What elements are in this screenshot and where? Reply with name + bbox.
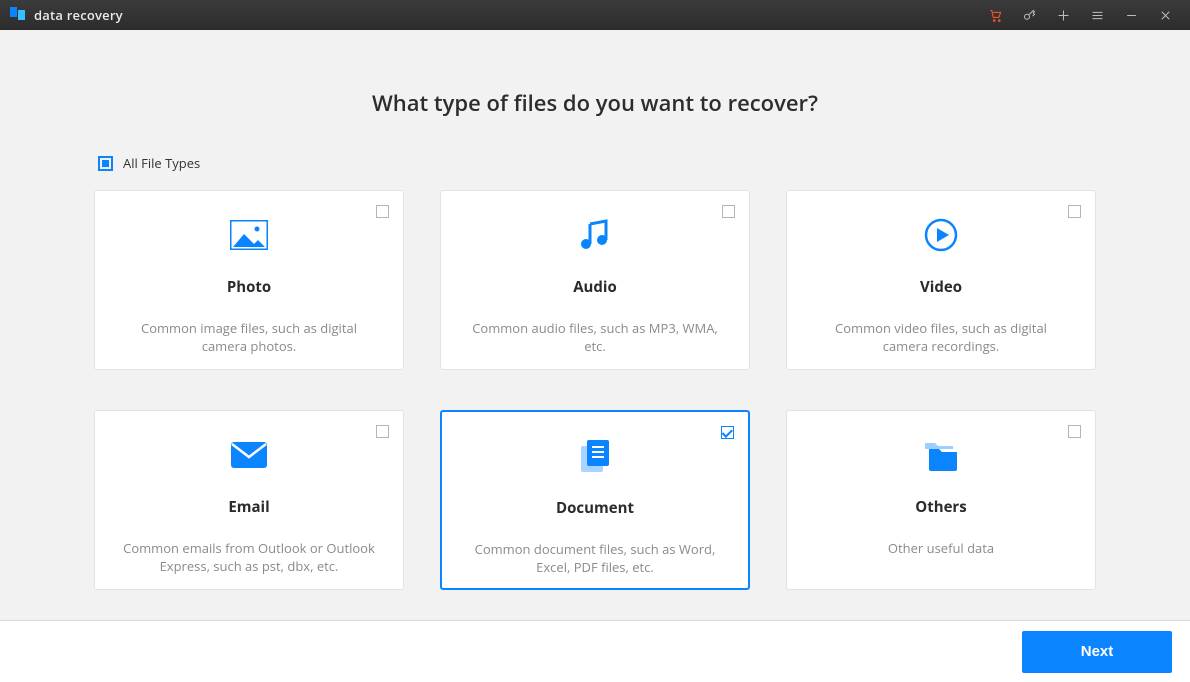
card-title: Photo bbox=[227, 277, 271, 297]
card-video[interactable]: Video Common video files, such as digita… bbox=[786, 190, 1096, 370]
card-title: Video bbox=[920, 277, 962, 297]
card-photo[interactable]: Photo Common image files, such as digita… bbox=[94, 190, 404, 370]
card-title: Email bbox=[228, 497, 269, 517]
card-email-checkbox[interactable] bbox=[376, 425, 389, 438]
close-icon[interactable] bbox=[1148, 0, 1182, 30]
card-desc: Common document files, such as Word, Exc… bbox=[466, 540, 724, 576]
card-audio-checkbox[interactable] bbox=[722, 205, 735, 218]
app-logo-icon bbox=[10, 7, 26, 23]
key-icon[interactable] bbox=[1012, 0, 1046, 30]
card-document-checkbox[interactable] bbox=[721, 426, 734, 439]
menu-icon[interactable] bbox=[1080, 0, 1114, 30]
others-icon bbox=[923, 433, 959, 477]
card-others[interactable]: Others Other useful data bbox=[786, 410, 1096, 590]
card-desc: Common image files, such as digital came… bbox=[119, 319, 379, 355]
card-title: Audio bbox=[573, 277, 617, 297]
card-desc: Common emails from Outlook or Outlook Ex… bbox=[119, 539, 379, 575]
card-document[interactable]: Document Common document files, such as … bbox=[440, 410, 750, 590]
cart-icon[interactable] bbox=[978, 0, 1012, 30]
all-file-types-checkbox[interactable] bbox=[98, 156, 113, 171]
card-audio[interactable]: Audio Common audio files, such as MP3, W… bbox=[440, 190, 750, 370]
plus-icon[interactable] bbox=[1046, 0, 1080, 30]
all-file-types-label: All File Types bbox=[123, 154, 200, 172]
main-area: What type of files do you want to recove… bbox=[0, 30, 1190, 620]
photo-icon bbox=[230, 213, 268, 257]
video-icon bbox=[923, 213, 959, 257]
file-type-grid: Photo Common image files, such as digita… bbox=[0, 190, 1190, 590]
page-title: What type of files do you want to recove… bbox=[0, 88, 1190, 118]
minimize-icon[interactable] bbox=[1114, 0, 1148, 30]
card-others-checkbox[interactable] bbox=[1068, 425, 1081, 438]
app-title: data recovery bbox=[34, 6, 123, 24]
email-icon bbox=[230, 433, 268, 477]
card-photo-checkbox[interactable] bbox=[376, 205, 389, 218]
next-button[interactable]: Next bbox=[1022, 631, 1172, 673]
all-file-types-row[interactable]: All File Types bbox=[98, 154, 1190, 172]
card-title: Document bbox=[556, 498, 634, 518]
audio-icon bbox=[578, 213, 612, 257]
card-desc: Other useful data bbox=[888, 539, 994, 557]
document-icon bbox=[577, 434, 613, 478]
card-email[interactable]: Email Common emails from Outlook or Outl… bbox=[94, 410, 404, 590]
footer-bar: Next bbox=[0, 620, 1190, 682]
card-title: Others bbox=[915, 497, 966, 517]
title-bar: data recovery bbox=[0, 0, 1190, 30]
card-desc: Common video files, such as digital came… bbox=[811, 319, 1071, 355]
card-desc: Common audio files, such as MP3, WMA, et… bbox=[465, 319, 725, 355]
card-video-checkbox[interactable] bbox=[1068, 205, 1081, 218]
